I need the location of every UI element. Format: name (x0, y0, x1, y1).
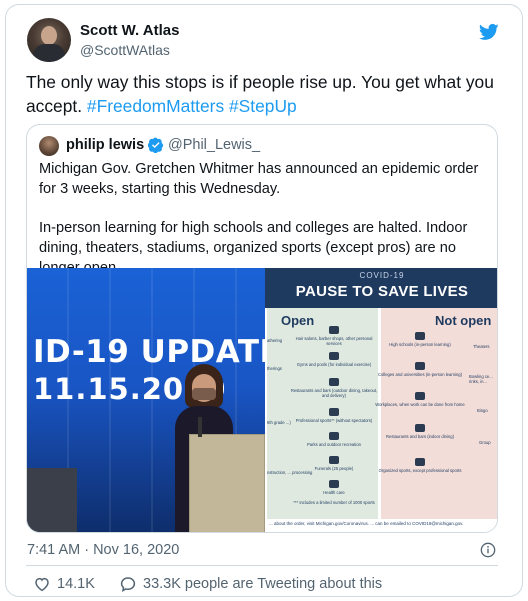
closed-item: Organized sports, except professional sp… (378, 468, 462, 473)
quoted-text: Michigan Gov. Gretchen Whitmer has annou… (39, 159, 489, 278)
takeout-icon (329, 378, 339, 386)
hashtag-stepup[interactable]: #StepUp (229, 96, 297, 116)
divider (26, 565, 498, 566)
closed-side-item: Theaters (473, 344, 490, 349)
hashtag-freedommatters[interactable]: #FreedomMatters (87, 96, 224, 116)
author-avatar[interactable] (27, 18, 71, 62)
verified-badge-icon (148, 137, 164, 153)
scissors-icon (329, 326, 339, 334)
closed-column: Not open High schools (in-person learnin… (375, 308, 497, 519)
closed-item: High schools (in-person learning) (389, 342, 451, 347)
laptop-icon (415, 392, 425, 400)
podium (189, 417, 265, 532)
heart-icon (35, 577, 49, 592)
school-icon (415, 332, 425, 340)
quoted-tweet[interactable]: philip lewis @Phil_Lewis_ Michigan Gov. … (26, 124, 498, 533)
infographic-title: PAUSE TO SAVE LIVES (295, 283, 469, 300)
open-item: Restaurants and bars (outdoor dining, ta… (290, 388, 378, 398)
open-side-item: nstruction, ... processing (267, 470, 313, 475)
open-item: Professional sports** (without spectator… (295, 418, 373, 423)
twitter-bird-icon[interactable] (478, 22, 500, 42)
closed-side-item: Bowling ce... rinks, in... (469, 374, 493, 384)
quoted-author-name[interactable]: philip lewis (66, 137, 144, 153)
quoted-media[interactable]: ID-19 UPDATE 11.15.2020 COVID-19 PAUSE T… (27, 268, 497, 532)
open-side-item: therings (267, 366, 282, 371)
infographic-image[interactable]: COVID-19 PAUSE TO SAVE LIVES Open Hair s… (265, 268, 497, 532)
closed-side-item: Bingo (477, 408, 488, 413)
sports-icon (329, 408, 339, 416)
quoted-author-handle[interactable]: @Phil_Lewis_ (168, 137, 260, 153)
infographic-footer: ... about the order, visit Michigan.gov/… (265, 519, 497, 532)
open-item: Hair salons, barber shops, other persona… (295, 336, 373, 346)
tweet-timestamp[interactable]: 7:41 AM · Nov 16, 2020 (27, 542, 179, 558)
infographic-kicker: COVID-19 (359, 271, 405, 280)
closed-item: Colleges and universities (in-person lea… (377, 372, 463, 377)
infographic-banner: COVID-19 PAUSE TO SAVE LIVES (265, 268, 497, 308)
like-count: 14.1K (57, 576, 95, 592)
info-icon[interactable] (480, 542, 496, 558)
open-item: Health care (323, 490, 345, 495)
author-name[interactable]: Scott W. Atlas (80, 22, 179, 39)
open-note: *** Includes a limited number of 1000 sp… (293, 500, 375, 505)
author-handle[interactable]: @ScottWAtlas (80, 42, 170, 58)
soccer-ball-icon (415, 458, 425, 466)
quoted-paragraph-1: Michigan Gov. Gretchen Whitmer has annou… (39, 161, 479, 197)
open-side-item: athering (267, 338, 283, 343)
press-conference-image[interactable]: ID-19 UPDATE 11.15.2020 (27, 268, 265, 532)
tree-icon (329, 432, 339, 440)
closed-item: Workplaces, when work can be done from h… (375, 402, 465, 407)
open-side-item: 6th grade ...) (267, 420, 291, 425)
open-item: Parks and outdoor recreation (306, 442, 361, 447)
quoted-avatar[interactable] (39, 136, 59, 156)
health-icon (329, 480, 339, 488)
funeral-icon (329, 456, 339, 464)
like-button[interactable]: 14.1K (33, 575, 95, 593)
open-item: Gyms and pools (for individual exercise) (296, 362, 372, 367)
speech-bubble-icon (120, 577, 136, 592)
tweet-text: The only way this stops is if people ris… (26, 70, 506, 118)
dining-icon (415, 424, 425, 432)
closed-side-item: Group (479, 440, 491, 445)
tweeting-about-text: 33.3K people are Tweeting about this (143, 576, 383, 592)
dumbbell-icon (329, 352, 339, 360)
open-column: Open Hair salons, barber shops, other pe… (267, 308, 378, 519)
flag-stand (27, 468, 77, 532)
closed-item: Restaurants and bars (indoor dining) (386, 434, 454, 439)
open-label: Open (281, 313, 315, 328)
tweeting-about-link[interactable]: 33.3K people are Tweeting about this (119, 575, 382, 593)
graduation-cap-icon (415, 362, 425, 370)
closed-label: Not open (435, 313, 492, 328)
